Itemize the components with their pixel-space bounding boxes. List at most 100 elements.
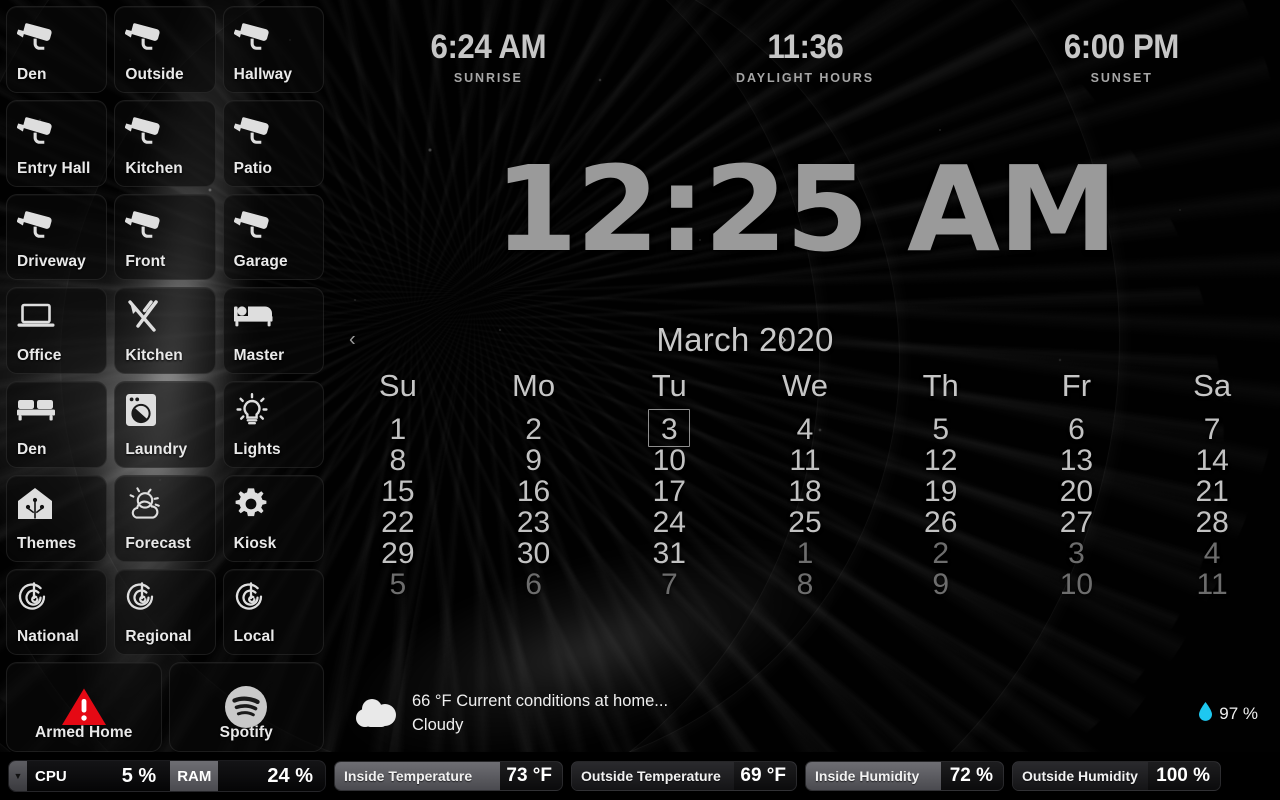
calendar-day-cell[interactable]: 31: [601, 537, 737, 570]
sidebar-tile-armed-home[interactable]: Armed Home: [6, 662, 162, 752]
sensor-pill-inside-humidity[interactable]: Inside Humidity 72 %: [805, 761, 1004, 791]
calendar-day-grid: 1 2 3 4 5 6 7 8 9 10 11 12 13 14 15 16 17 18 19 20 21 22 23 24 2…: [330, 413, 1280, 601]
sidebar-tile-label: Local: [233, 628, 275, 646]
sensor-pill-outside-temperature[interactable]: Outside Temperature 69 °F: [571, 761, 797, 791]
sidebar-tile-den-4-0[interactable]: Den: [6, 381, 108, 468]
calendar-day-cell[interactable]: 8: [330, 444, 466, 477]
sun-time: 11:36: [767, 28, 843, 66]
calendar-day-cell[interactable]: 16: [466, 475, 602, 508]
system-monitor-bar[interactable]: ▼ CPU 5 % RAM 24 %: [8, 760, 326, 792]
sidebar-tile-local-6-2[interactable]: Local: [222, 568, 324, 656]
calendar-day-cell[interactable]: 27: [1009, 506, 1145, 539]
calendar-day-cell[interactable]: 20: [1009, 475, 1145, 508]
water-drop-icon: [1199, 701, 1213, 726]
calendar-day-cell[interactable]: 24: [601, 506, 737, 539]
sidebar-tile-kiosk-5-2[interactable]: Kiosk: [222, 474, 324, 562]
calendar-day-cell[interactable]: 19: [873, 475, 1009, 508]
sensor-pill-label: Outside Temperature: [572, 762, 734, 790]
calendar-day-cell[interactable]: 15: [330, 475, 466, 508]
sidebar-tile-office-3-0[interactable]: Office: [6, 287, 108, 374]
cctv-camera-icon: [17, 110, 96, 148]
calendar-day-cell[interactable]: 7: [1144, 413, 1280, 446]
sidebar-tile-hallway-0-2[interactable]: Hallway: [222, 6, 324, 93]
laptop-icon: [17, 297, 96, 335]
chevron-right-icon[interactable]: ›: [780, 329, 787, 352]
weather-conditions-line: 66 °F Current conditions at home...: [412, 692, 669, 710]
big-clock: 12:25 AM: [494, 140, 1118, 278]
sidebar-tile-row: Driveway Front Garage: [6, 193, 324, 281]
caret-down-icon[interactable]: ▼: [9, 761, 27, 791]
sidebar-tile-themes-5-0[interactable]: Themes: [6, 474, 108, 562]
sidebar-tile-patio-1-2[interactable]: Patio: [222, 99, 324, 187]
calendar-day-cell[interactable]: 2: [466, 413, 602, 446]
calendar-day-cell[interactable]: 1: [737, 537, 873, 570]
calendar-title: March 2020: [656, 321, 834, 358]
sidebar-tile-den-0-0[interactable]: Den: [6, 6, 108, 93]
calendar-day-cell[interactable]: 3: [1009, 537, 1145, 570]
sidebar-tile-master-3-2[interactable]: Master: [222, 287, 324, 374]
sidebar-tile-regional-6-1[interactable]: Regional: [114, 568, 216, 656]
chevron-left-icon[interactable]: ‹: [349, 329, 356, 352]
calendar-day-cell[interactable]: 9: [873, 568, 1009, 601]
calendar-day-cell[interactable]: 6: [466, 568, 602, 601]
calendar-day-cell[interactable]: 1: [330, 413, 466, 446]
calendar-day-cell[interactable]: 12: [873, 444, 1009, 477]
calendar-day-cell[interactable]: 8: [737, 568, 873, 601]
calendar-day-cell[interactable]: 13: [1009, 444, 1145, 477]
calendar-day-cell[interactable]: 23: [466, 506, 602, 539]
calendar-day-cell[interactable]: 22: [330, 506, 466, 539]
sidebar-tile-laundry-4-1[interactable]: Laundry: [114, 381, 216, 468]
sidebar-tile-driveway-2-0[interactable]: Driveway: [6, 193, 108, 281]
sidebar-tile-garage-2-2[interactable]: Garage: [222, 193, 324, 281]
sensor-pill-inside-temperature[interactable]: Inside Temperature 73 °F: [334, 761, 563, 791]
sidebar-tile-forecast-5-1[interactable]: Forecast: [114, 474, 216, 562]
calendar-day-cell[interactable]: 6: [1009, 413, 1145, 446]
calendar-day-cell[interactable]: 9: [466, 444, 602, 477]
sidebar-tile-lights-4-2[interactable]: Lights: [222, 381, 324, 468]
calendar-day-cell[interactable]: 4: [1144, 537, 1280, 570]
sidebar-tile-label: Master: [233, 347, 285, 364]
sidebar-tile-row: Den Outside Hallway: [6, 6, 324, 93]
sidebar-tile-kitchen-1-1[interactable]: Kitchen: [114, 99, 216, 187]
calendar-day-cell[interactable]: 10: [601, 444, 737, 477]
calendar-day-cell[interactable]: 4: [737, 413, 873, 446]
sidebar-tile-national-6-0[interactable]: National: [6, 568, 108, 656]
ram-value: 24 %: [267, 764, 313, 787]
sidebar-tile-front-2-1[interactable]: Front: [114, 193, 216, 281]
sun-time: 6:24 AM: [430, 28, 547, 66]
calendar-day-cell[interactable]: 5: [873, 413, 1009, 446]
sidebar-tile-row: Themes Forecast Kiosk: [6, 474, 324, 562]
sidebar-tile-label: Forecast: [125, 534, 191, 552]
calendar-day-cell[interactable]: 29: [330, 537, 466, 570]
calendar-day-cell[interactable]: 26: [873, 506, 1009, 539]
calendar-day-cell[interactable]: 21: [1144, 475, 1280, 508]
sidebar-tile-label: Patio: [233, 159, 273, 177]
sensor-pill-outside-humidity[interactable]: Outside Humidity 100 %: [1012, 761, 1221, 791]
calendar-day-cell[interactable]: 18: [737, 475, 873, 508]
alarm-triangle-icon: [61, 685, 107, 729]
sidebar-tile-spotify[interactable]: Spotify: [168, 662, 324, 752]
calendar-day-cell[interactable]: 3: [601, 413, 737, 446]
calendar-day-cell[interactable]: 25: [737, 506, 873, 539]
cpu-label: CPU: [35, 767, 67, 785]
calendar-day-cell[interactable]: 11: [737, 444, 873, 477]
weather-summary[interactable]: 66 °F Current conditions at home... Clou…: [330, 690, 1280, 738]
sidebar-tile-outside-0-1[interactable]: Outside: [114, 6, 216, 93]
sidebar-tile-entry-hall-1-0[interactable]: Entry Hall: [6, 99, 108, 187]
gear-icon: [234, 485, 313, 523]
calendar-day-cell[interactable]: 10: [1009, 568, 1145, 601]
calendar-day-cell[interactable]: 28: [1144, 506, 1280, 539]
calendar-day-cell[interactable]: 7: [601, 568, 737, 601]
calendar-day-cell[interactable]: 30: [466, 537, 602, 570]
calendar-day-cell[interactable]: 14: [1144, 444, 1280, 477]
calendar-day-cell[interactable]: 5: [330, 568, 466, 601]
sidebar-tile-label: Garage: [233, 253, 288, 271]
sidebar-tile-label: Laundry: [125, 440, 188, 458]
outdoor-humidity-value: 97 %: [1219, 703, 1258, 723]
sidebar-tile-kitchen-3-1[interactable]: Kitchen: [114, 287, 216, 374]
calendar-day-cell[interactable]: 17: [601, 475, 737, 508]
main-panel: 6:24 AM SUNRISE 11:36 DAYLIGHT HOURS 6:00 PM…: [330, 0, 1280, 752]
calendar-day-cell[interactable]: 2: [873, 537, 1009, 570]
calendar-day-cell[interactable]: 11: [1144, 568, 1280, 601]
sensor-pill-label: Inside Humidity: [806, 762, 941, 790]
